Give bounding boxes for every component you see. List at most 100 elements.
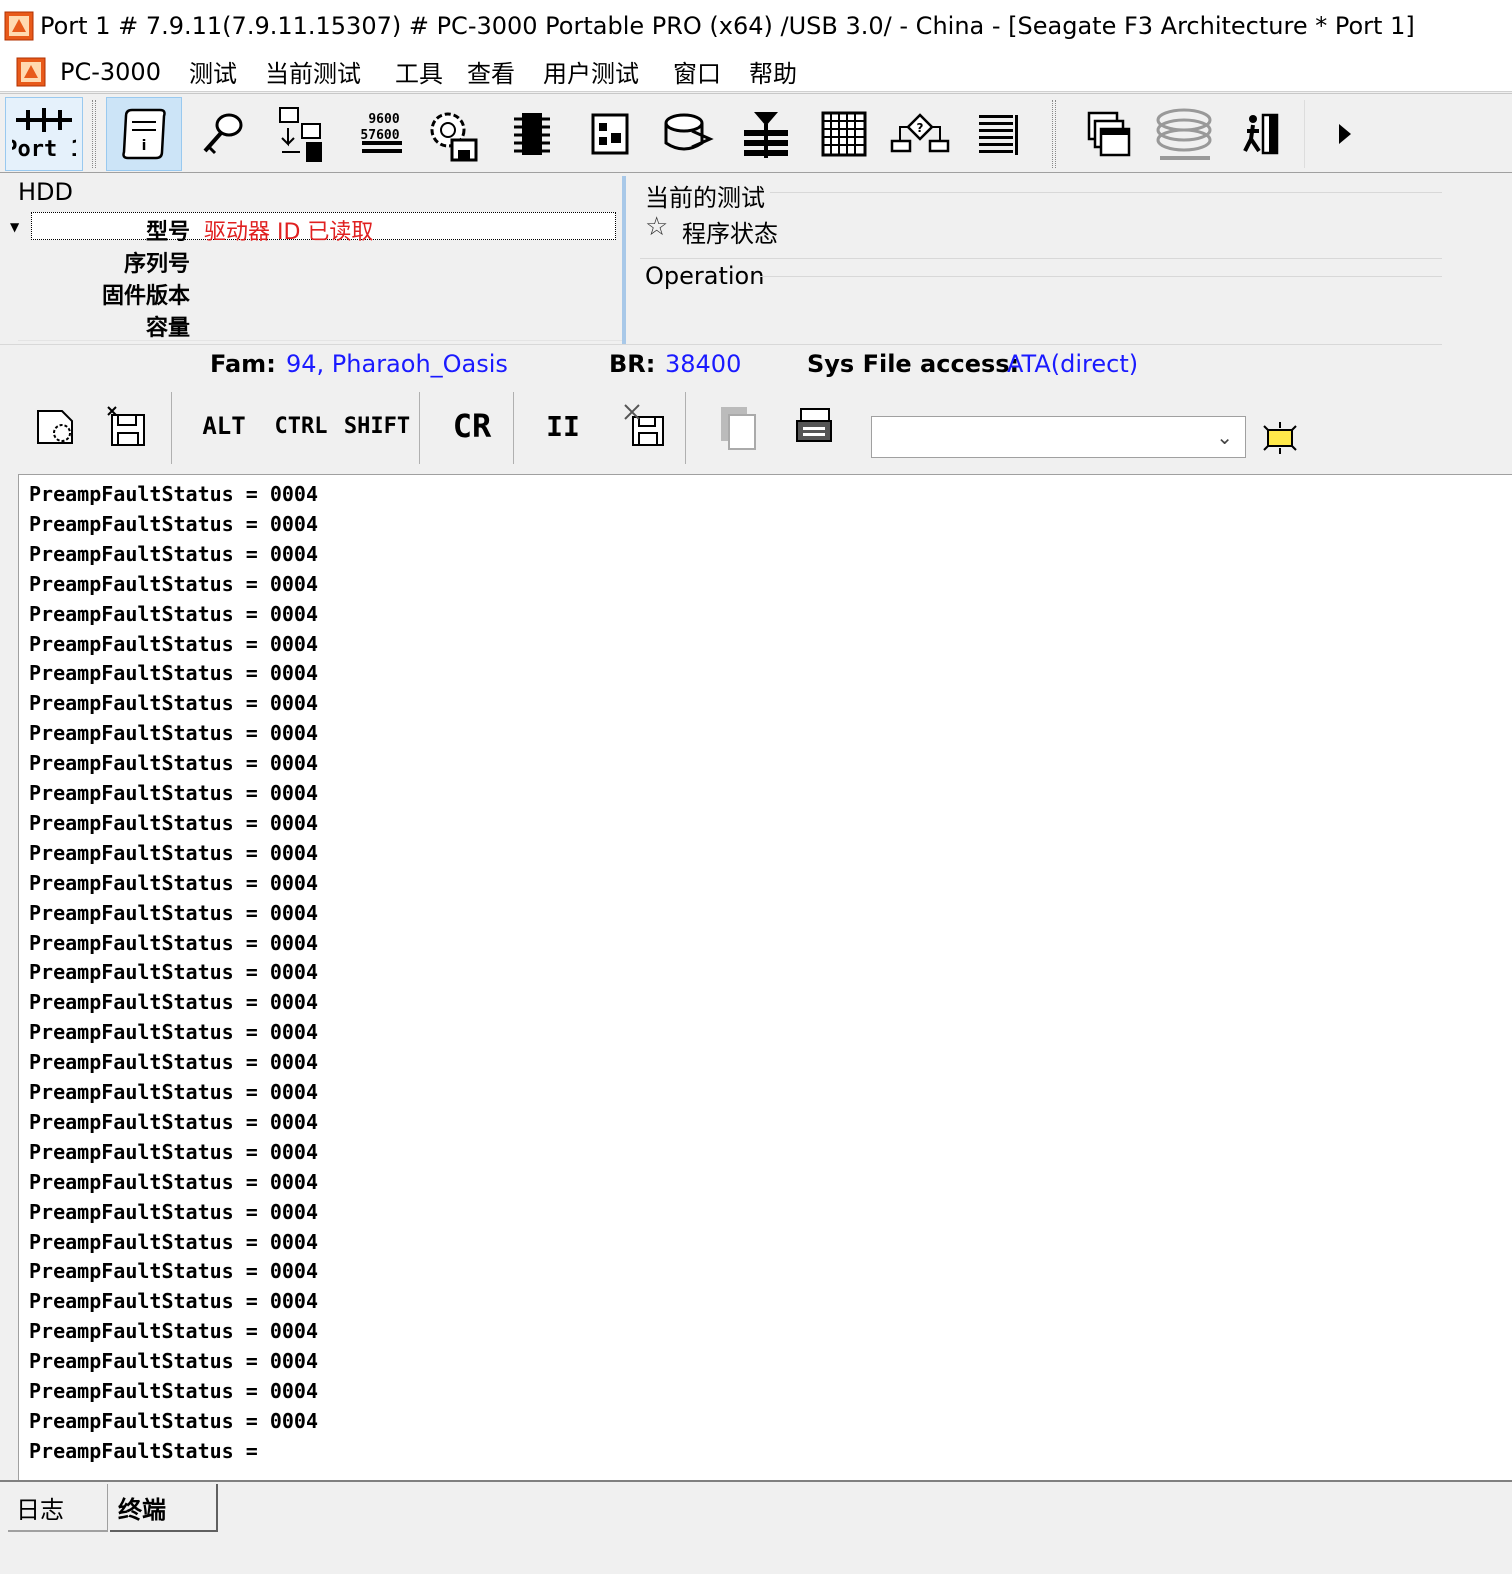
baud-bottom-label: 57600 [360,128,399,143]
terminal-line: PreampFaultStatus = 0004 [29,691,318,716]
menu-window[interactable]: 窗口 [673,54,721,89]
hdd-section-label: HDD [18,178,74,206]
serial-label: 序列号 [123,252,190,277]
toolbar-more-button[interactable] [1310,97,1380,171]
delete-save-icon [624,404,664,446]
list-icon [979,115,1018,155]
terminal-line: PreampFaultStatus = 0004 [29,1408,318,1433]
baud-top-label: 9600 [368,112,399,127]
baud-rate-button[interactable]: 9600 57600 [338,97,414,171]
menu-user-test[interactable]: 用户测试 [543,54,639,89]
copy-icon [721,407,756,450]
list-button[interactable] [960,97,1036,171]
operation-label: Operation [645,262,765,290]
shift-key-button[interactable]: SHIFT [342,398,412,454]
more-arrow-icon [1339,124,1351,144]
terminal-line: PreampFaultStatus = 0004 [29,930,318,955]
tab-log[interactable]: 日志 [8,1484,108,1532]
alt-key-label: ALT [202,412,246,440]
terminal-line: PreampFaultStatus = 0004 [29,631,318,656]
modules-button[interactable] [572,97,648,171]
fam-value: 94, Pharaoh_Oasis [286,350,508,378]
terminal-line: PreampFaultStatus = 0004 [29,1319,318,1344]
terminal-settings-icon [37,410,73,444]
terminal-line: PreampFaultStatus = 0004 [29,1139,318,1164]
menu-help[interactable]: 帮助 [749,54,797,89]
terminal-line: PreampFaultStatus = 0004 [29,751,318,776]
firmware-label: 固件版本 [101,284,190,309]
terminal-line: PreampFaultStatus = 0004 [29,870,318,895]
baud-rate-icon: 9600 57600 [360,112,402,153]
terminal-line: PreampFaultStatus = 0004 [29,541,318,566]
key-icon [203,113,243,155]
print-button[interactable] [786,398,842,454]
star-icon: ☆ [645,212,669,242]
menu-tools[interactable]: 工具 [395,54,443,89]
port-icon: Port 1 [12,108,76,162]
shift-key-label: SHIFT [343,413,411,439]
panel-splitter[interactable] [622,176,626,344]
ctrl-key-button[interactable]: CTRL [268,398,334,454]
heads-map-icon [744,112,788,158]
windows-icon [1087,111,1131,157]
bottom-tab-bar: 日志 终端 [0,1480,1512,1574]
grid-table-icon [821,111,867,157]
menu-view[interactable]: 查看 [467,54,515,89]
window-title: Port 1 # 7.9.11(7.9.11.15307) # PC-3000 … [40,12,1415,40]
save-log-button[interactable] [100,398,154,454]
windows-button[interactable] [1070,97,1146,171]
chevron-down-icon[interactable]: ⌄ [1216,425,1233,449]
pause-button[interactable]: II [540,398,586,454]
flowchart-button[interactable]: ? [882,97,958,171]
tab-terminal[interactable]: 终端 [110,1484,218,1532]
terminal-line: PreampFaultStatus = 0004 [29,511,318,536]
fam-label: Fam: [210,350,276,378]
alt-key-button[interactable]: ALT [196,398,252,454]
power-switch-icon [279,107,322,162]
terminal-line: PreampFaultStatus = 0004 [29,571,318,596]
passport-button[interactable]: i [106,97,182,171]
disk-head-button[interactable] [650,97,726,171]
exit-button[interactable] [1222,97,1298,171]
highlight-button[interactable] [1258,410,1302,466]
power-button[interactable] [262,97,338,171]
menu-pc3000[interactable]: PC-3000 [60,58,161,86]
settings-button[interactable] [414,97,490,171]
terminal-line: PreampFaultStatus = 0004 [29,661,318,686]
br-value: 38400 [665,350,742,378]
sysfile-label: Sys File access: [807,350,1020,378]
sysfile-value: ATA(direct) [1007,350,1139,378]
menu-test[interactable]: 测试 [189,54,237,89]
collapse-arrow-icon[interactable]: ▼ [10,220,19,234]
chip-button[interactable] [494,97,570,171]
pc3000-menu-icon[interactable] [16,57,46,87]
port-button[interactable]: Port 1 [5,97,83,171]
clear-save-button[interactable] [616,398,672,454]
terminal-line: PreampFaultStatus = 0004 [29,781,318,805]
platters-icon [1156,108,1212,160]
terminal-line: PreampFaultStatus = 0004 [29,1289,318,1314]
current-test-title: 当前的测试 [645,184,765,212]
terminal-line: PreampFaultStatus = [29,1438,258,1463]
tab-log-label: 日志 [16,1495,64,1524]
hdd-info-panel: HDD ▼ 型号 驱动器 ID 已读取 序列号 固件版本 容量 当前的测试 ☆ … [0,174,1512,384]
terminal-line: PreampFaultStatus = 0004 [29,482,318,506]
command-combo[interactable]: ⌄ [871,416,1246,458]
disk-head-icon [664,113,714,151]
save-log-icon [107,406,145,446]
terminal-line: PreampFaultStatus = 0004 [29,840,318,865]
cr-key-button[interactable]: CR [442,398,502,454]
key-button[interactable] [184,97,260,171]
platters-button[interactable] [1146,97,1222,171]
grid-table-button[interactable] [806,97,882,171]
heads-map-button[interactable] [728,97,804,171]
flowchart-icon: ? [890,113,950,153]
tab-terminal-label: 终端 [118,1495,166,1524]
pc3000-app-icon [4,11,34,41]
terminal-settings-button[interactable] [28,398,82,454]
menu-current-test[interactable]: 当前测试 [265,54,361,89]
terminal-line: PreampFaultStatus = 0004 [29,1020,318,1045]
copy-button[interactable] [708,398,764,454]
terminal-output[interactable]: PreampFaultStatus = 0004 PreampFaultStatu… [18,474,1512,1480]
ctrl-key-label: CTRL [274,413,328,439]
